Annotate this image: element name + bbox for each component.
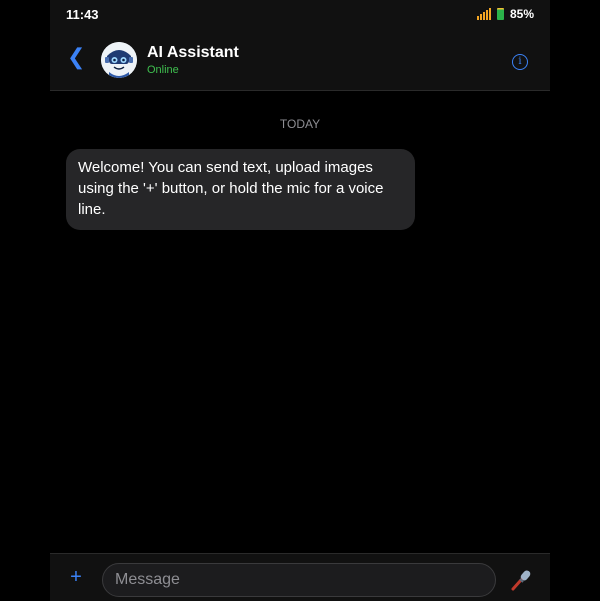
message-input[interactable] <box>102 563 496 597</box>
chat-name: AI Assistant <box>147 44 239 61</box>
status-time: 11:43 <box>66 7 99 22</box>
microphone-icon[interactable] <box>509 568 533 592</box>
robot-avatar-icon <box>101 42 137 78</box>
battery-icon <box>496 8 504 20</box>
wifi-signal-icon <box>476 8 491 20</box>
composer-bar: + <box>50 553 550 601</box>
plus-icon[interactable]: + <box>67 567 85 587</box>
chat-header: ❮ AI Assistant Online i <box>50 30 550 91</box>
chat-screen: 11:43 85% ❮ AI Assistant Online i TODAY … <box>50 0 550 601</box>
avatar <box>101 42 137 78</box>
status-bar: 11:43 85% <box>50 0 550 30</box>
battery-percent: 85% <box>509 7 534 21</box>
chat-status: Online <box>147 64 179 76</box>
chevron-left-icon[interactable]: ❮ <box>67 45 85 69</box>
assistant-message-bubble: Welcome! You can send text, upload image… <box>66 149 415 230</box>
mic-glyph <box>511 570 531 591</box>
date-divider: TODAY <box>279 117 321 131</box>
status-indicators: 85% <box>476 7 534 21</box>
info-icon[interactable]: i <box>512 54 528 70</box>
